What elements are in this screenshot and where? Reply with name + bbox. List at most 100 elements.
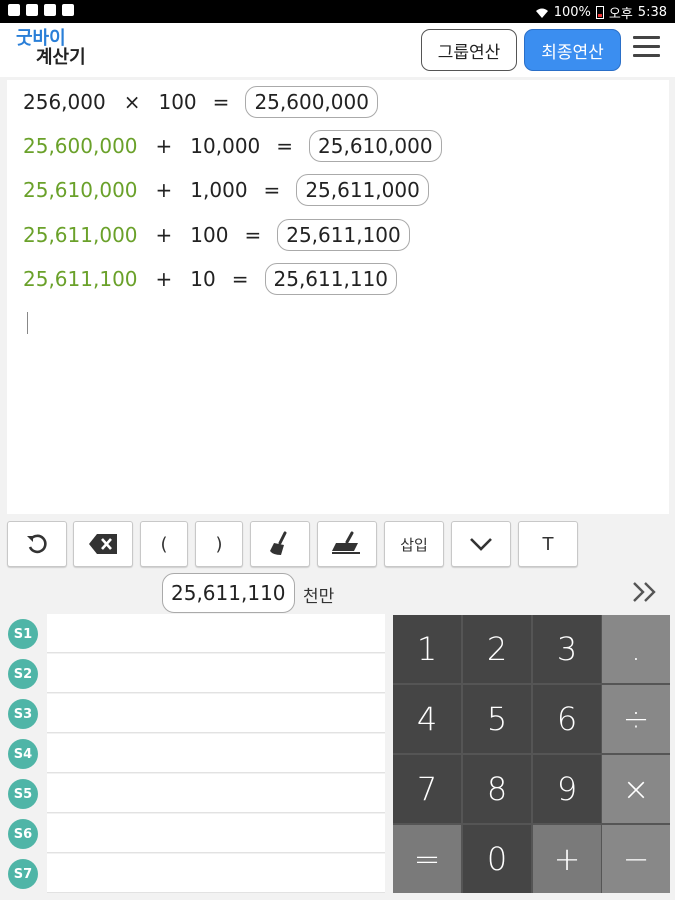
- key-8[interactable]: 8: [463, 755, 531, 823]
- key-decimal[interactable]: .: [602, 615, 670, 683]
- key-0[interactable]: 0: [463, 825, 531, 893]
- key-9[interactable]: 9: [533, 755, 601, 823]
- notification-icons: [8, 4, 74, 16]
- calc-operator: ×: [123, 90, 141, 114]
- key-divide[interactable]: ÷: [602, 685, 670, 753]
- calc-operand-right: 100: [158, 90, 197, 114]
- backspace-button[interactable]: [73, 521, 133, 567]
- memory-row[interactable]: S5: [0, 774, 388, 814]
- chevron-down-icon: [470, 538, 492, 551]
- memory-cell[interactable]: [47, 774, 385, 813]
- result-unit-korean: 천만: [303, 587, 335, 607]
- calc-equals: =: [244, 223, 262, 247]
- calc-operand-right: 100: [190, 223, 229, 247]
- final-calc-button[interactable]: 최종연산: [524, 29, 621, 71]
- undo-button[interactable]: [7, 521, 67, 567]
- calc-operand-right: 10,000: [190, 134, 261, 158]
- ampm-label: 오후: [608, 7, 633, 22]
- tablet-icon: [44, 4, 56, 16]
- calc-result[interactable]: 25,611,000: [296, 174, 429, 206]
- calc-line[interactable]: 25,610,000 + 1,000 = 25,611,000: [23, 172, 429, 208]
- key-1[interactable]: 1: [393, 615, 461, 683]
- memory-cell[interactable]: [47, 614, 385, 653]
- calc-operand-left: 25,610,000: [23, 178, 138, 202]
- calc-line[interactable]: 256,000 × 100 = 25,600,000: [23, 84, 378, 120]
- calculation-history[interactable]: 256,000 × 100 = 25,600,000 25,600,000 + …: [7, 80, 669, 514]
- key-3[interactable]: 3: [533, 615, 601, 683]
- text-mode-button[interactable]: T: [518, 521, 578, 567]
- calc-operand-right: 10: [190, 267, 216, 291]
- calc-line[interactable]: 25,611,100 + 10 = 25,611,110: [23, 261, 398, 297]
- edit-toolbar: ( ) 삽입 T: [0, 519, 675, 569]
- wifi-icon: [535, 8, 548, 18]
- clear-line-button[interactable]: [250, 521, 310, 567]
- key-4[interactable]: 4: [393, 685, 461, 753]
- key-plus[interactable]: +: [533, 825, 601, 893]
- memory-cell[interactable]: [47, 854, 385, 893]
- calc-operand-right: 1,000: [190, 178, 248, 202]
- open-paren-button[interactable]: (: [140, 521, 188, 567]
- calc-operand-left: 25,611,100: [23, 267, 138, 291]
- calc-result[interactable]: 25,611,100: [277, 219, 410, 251]
- calc-line[interactable]: 25,611,000 + 100 = 25,611,100: [23, 217, 410, 253]
- numeric-keypad: 1 2 3 . 4 5 6 ÷ 7 8 9 × = 0 + −: [393, 615, 670, 893]
- clear-all-button[interactable]: [317, 521, 377, 567]
- memory-cell[interactable]: [47, 814, 385, 853]
- calc-equals: =: [263, 178, 281, 202]
- double-chevron-right-icon[interactable]: [630, 580, 660, 604]
- group-calc-button[interactable]: 그룹연산: [421, 29, 517, 71]
- text-cursor: [27, 312, 28, 334]
- key-6[interactable]: 6: [533, 685, 601, 753]
- insert-button[interactable]: 삽입: [384, 521, 444, 567]
- undo-icon: [27, 534, 47, 554]
- app-header: 굿바이 계산기 그룹연산 최종연산: [0, 23, 675, 77]
- current-result-row: 25,611,110 천만: [0, 570, 675, 614]
- close-paren-button[interactable]: ): [195, 521, 243, 567]
- memory-badge[interactable]: S1: [8, 619, 38, 649]
- key-2[interactable]: 2: [463, 615, 531, 683]
- memory-badge[interactable]: S7: [8, 859, 38, 889]
- clock: 5:38: [637, 5, 667, 20]
- calc-result[interactable]: 25,611,110: [264, 263, 398, 295]
- memory-row[interactable]: S4: [0, 734, 388, 774]
- menu-icon[interactable]: [633, 36, 660, 60]
- memory-row[interactable]: S7: [0, 854, 388, 894]
- app-logo: 굿바이 계산기: [16, 29, 86, 67]
- calc-operand-left: 25,611,000: [23, 223, 138, 247]
- memory-cell[interactable]: [47, 734, 385, 773]
- key-5[interactable]: 5: [463, 685, 531, 753]
- memory-cell[interactable]: [47, 654, 385, 693]
- calc-operator: +: [155, 134, 173, 158]
- memory-slots: S1 S2 S3 S4 S5 S6 S7: [0, 614, 388, 894]
- calc-equals: =: [212, 90, 230, 114]
- key-multiply[interactable]: ×: [602, 755, 670, 823]
- memory-badge[interactable]: S6: [8, 819, 38, 849]
- app-icon: [8, 4, 20, 16]
- memory-row[interactable]: S6: [0, 814, 388, 854]
- calc-equals: =: [276, 134, 294, 158]
- key-7[interactable]: 7: [393, 755, 461, 823]
- image-icon: [26, 4, 38, 16]
- calc-result[interactable]: 25,610,000: [309, 130, 442, 162]
- logo-line2: 계산기: [36, 47, 86, 68]
- memory-badge[interactable]: S4: [8, 739, 38, 769]
- memory-row[interactable]: S2: [0, 654, 388, 694]
- calc-operand-left: 256,000: [23, 90, 106, 114]
- brush-sweep-icon: [332, 531, 360, 554]
- memory-badge[interactable]: S2: [8, 659, 38, 689]
- memory-badge[interactable]: S3: [8, 699, 38, 729]
- calc-operator: +: [155, 178, 173, 202]
- memory-row[interactable]: S1: [0, 614, 388, 654]
- key-equals[interactable]: =: [393, 825, 461, 893]
- key-minus[interactable]: −: [602, 825, 670, 893]
- calc-result[interactable]: 25,600,000: [245, 86, 378, 118]
- memory-row[interactable]: S3: [0, 694, 388, 734]
- current-result[interactable]: 25,611,110: [162, 573, 295, 613]
- memory-badge[interactable]: S5: [8, 779, 38, 809]
- memory-cell[interactable]: [47, 694, 385, 733]
- battery-percent: 100%: [553, 5, 591, 20]
- calc-line[interactable]: 25,600,000 + 10,000 = 25,610,000: [23, 128, 442, 164]
- dropdown-button[interactable]: [451, 521, 511, 567]
- status-right: 100% 오후 5:38: [535, 3, 667, 22]
- status-bar: 100% 오후 5:38: [0, 0, 675, 23]
